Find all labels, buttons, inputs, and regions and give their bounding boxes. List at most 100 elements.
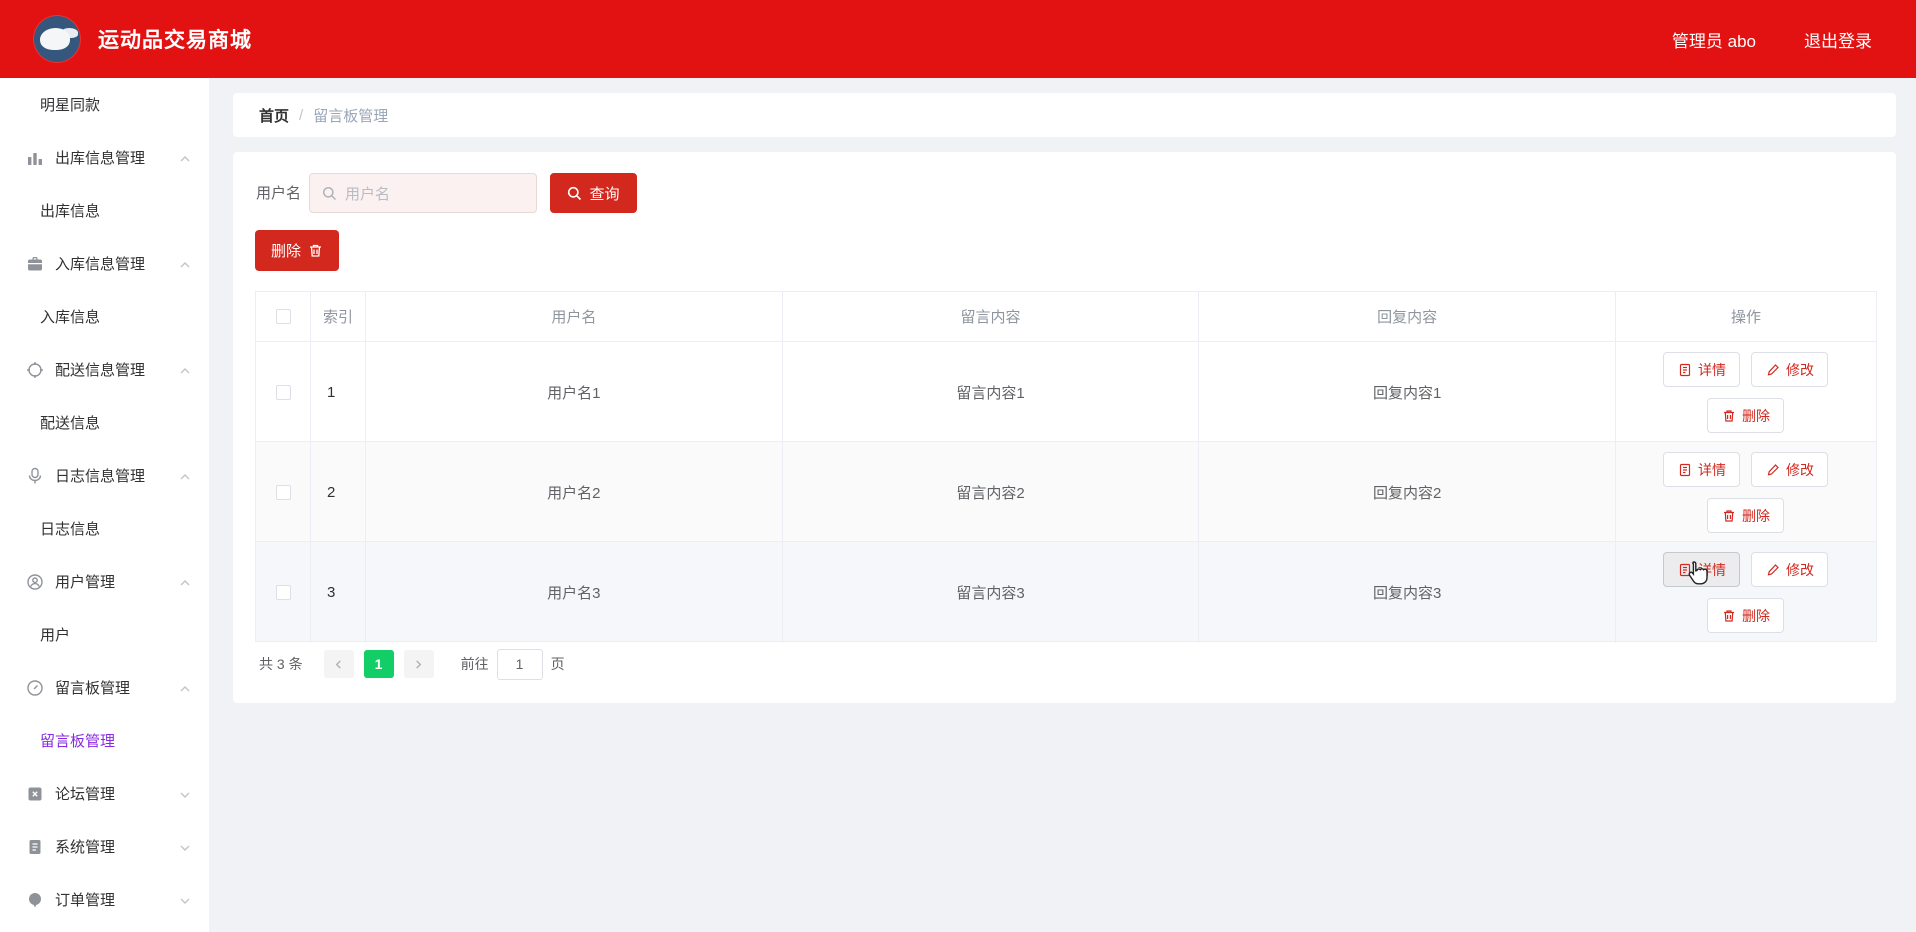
goto-page-input[interactable] (496, 648, 543, 680)
row-checkbox[interactable] (275, 485, 291, 500)
bulk-delete-button[interactable]: 删除 (255, 230, 339, 271)
header-operations: 操作 (1730, 309, 1761, 326)
breadcrumb-current: 留言板管理 (313, 107, 389, 125)
sidebar-group-message-board[interactable]: 留言板管理 (0, 661, 209, 714)
content-card: 用户名 用户名 查询 删除 索引 用户名 留言内容 回复内容 操作 1 用户名1… (233, 152, 1896, 703)
chevron-down-icon (179, 841, 191, 853)
bar-chart-icon (26, 149, 44, 167)
sidebar-group-log[interactable]: 日志信息管理 (0, 449, 209, 502)
briefcase-icon (26, 255, 44, 273)
cell-operations: 详情 修改 删除 (1616, 342, 1876, 443)
chevron-down-icon (179, 788, 191, 800)
cell-index: 2 (311, 442, 366, 543)
table-row: 3 用户名3 留言内容3 回复内容3 详情 修改 删除 (256, 542, 1876, 643)
trash-icon (1723, 509, 1734, 522)
sidebar-item-star-products[interactable]: 明星同款 (0, 78, 209, 131)
row-checkbox[interactable] (275, 385, 291, 400)
document-icon (1679, 563, 1691, 576)
delete-button[interactable]: 删除 (1707, 498, 1785, 533)
cell-username: 用户名1 (366, 342, 783, 443)
pagination-total: 共 3 条 (259, 656, 303, 672)
sidebar-group-user-mgmt[interactable]: 用户管理 (0, 555, 209, 608)
page-number-active[interactable]: 1 (363, 650, 394, 678)
breadcrumb: 首页 / 留言板管理 (233, 93, 1896, 137)
forum-icon (26, 785, 44, 803)
header-reply: 回复内容 (1199, 292, 1616, 341)
table-row: 1 用户名1 留言内容1 回复内容1 详情 修改 删除 (256, 342, 1876, 443)
sidebar-item-log-info[interactable]: 日志信息 (0, 502, 209, 555)
edit-button[interactable]: 修改 (1751, 552, 1829, 587)
top-header: 运动品交易商城 管理员 abo 退出登录 (0, 0, 1916, 78)
table-header-row: 索引 用户名 留言内容 回复内容 操作 (256, 292, 1876, 342)
delete-button[interactable]: 删除 (1707, 598, 1785, 633)
breadcrumb-separator: / (299, 106, 304, 124)
next-page-button[interactable] (403, 650, 434, 678)
select-all-checkbox[interactable] (275, 309, 291, 324)
sidebar-group-outbound[interactable]: 出库信息管理 (0, 131, 209, 184)
admin-user-label[interactable]: 管理员 abo (1672, 27, 1756, 52)
brand: 运动品交易商城 (34, 16, 252, 62)
pencil-icon (1767, 563, 1779, 576)
cell-message: 留言内容2 (783, 442, 1200, 543)
prev-page-button[interactable] (323, 650, 354, 678)
chevron-left-icon (335, 659, 341, 669)
chevron-up-icon (179, 364, 191, 376)
pencil-icon (1767, 363, 1779, 376)
search-icon (568, 186, 582, 200)
cell-message: 留言内容3 (783, 542, 1200, 643)
detail-button[interactable]: 详情 (1663, 452, 1741, 487)
edit-button[interactable]: 修改 (1751, 452, 1829, 487)
sidebar-item-message-board[interactable]: 留言板管理 (0, 714, 209, 767)
sidebar-item-user[interactable]: 用户 (0, 608, 209, 661)
search-icon (322, 186, 337, 200)
search-field-label: 用户名 (256, 185, 302, 202)
trash-icon (310, 244, 321, 257)
message-table: 索引 用户名 留言内容 回复内容 操作 1 用户名1 留言内容1 回复内容1 详… (255, 291, 1877, 643)
search-input[interactable]: 用户名 (309, 173, 537, 213)
row-checkbox[interactable] (275, 585, 291, 600)
query-button[interactable]: 查询 (550, 173, 637, 213)
search-placeholder: 用户名 (345, 185, 391, 203)
cell-index: 1 (311, 342, 366, 443)
detail-button[interactable]: 详情 (1663, 352, 1741, 387)
breadcrumb-home[interactable]: 首页 (259, 105, 289, 126)
chevron-up-icon (179, 576, 191, 588)
sidebar-item-outbound-info[interactable]: 出库信息 (0, 184, 209, 237)
user-icon (26, 573, 44, 591)
sidebar-group-forum[interactable]: 论坛管理 (0, 767, 209, 820)
cell-username: 用户名2 (366, 442, 783, 543)
chevron-up-icon (179, 258, 191, 270)
search-bar: 用户名 用户名 查询 (233, 173, 1896, 213)
sidebar-item-inbound-info[interactable]: 入库信息 (0, 290, 209, 343)
sidebar-group-orders[interactable]: 订单管理 (0, 873, 209, 926)
chevron-up-icon (179, 470, 191, 482)
cell-username: 用户名3 (366, 542, 783, 643)
sidebar: 明星同款 出库信息管理 出库信息 入库信息管理 入库信息 配送信息管理 配送信息… (0, 78, 209, 932)
logout-link[interactable]: 退出登录 (1804, 27, 1872, 52)
logo-avatar (34, 16, 80, 62)
cell-operations: 详情 修改 删除 (1616, 442, 1876, 543)
sidebar-item-delivery-info[interactable]: 配送信息 (0, 396, 209, 449)
microphone-icon (26, 467, 44, 485)
pin-icon (26, 891, 44, 909)
document-icon (1679, 463, 1691, 476)
chevron-down-icon (179, 894, 191, 906)
goto-prefix: 前往 (460, 656, 489, 672)
delete-button[interactable]: 删除 (1707, 398, 1785, 433)
sidebar-group-system[interactable]: 系统管理 (0, 820, 209, 873)
edit-button[interactable]: 修改 (1751, 352, 1829, 387)
cell-reply: 回复内容3 (1199, 542, 1616, 643)
document-icon (1679, 363, 1691, 376)
app-title: 运动品交易商城 (98, 29, 252, 52)
sidebar-group-inbound[interactable]: 入库信息管理 (0, 237, 209, 290)
detail-button[interactable]: 详情 (1663, 552, 1741, 587)
cell-operations: 详情 修改 删除 (1616, 542, 1876, 643)
clipboard-icon (26, 838, 44, 856)
compass-icon (26, 679, 44, 697)
header-index: 索引 (311, 292, 366, 341)
goto-suffix: 页 (550, 656, 565, 672)
trash-icon (1723, 409, 1734, 422)
sidebar-group-delivery[interactable]: 配送信息管理 (0, 343, 209, 396)
table-row: 2 用户名2 留言内容2 回复内容2 详情 修改 删除 (256, 442, 1876, 543)
header-username: 用户名 (366, 292, 783, 341)
